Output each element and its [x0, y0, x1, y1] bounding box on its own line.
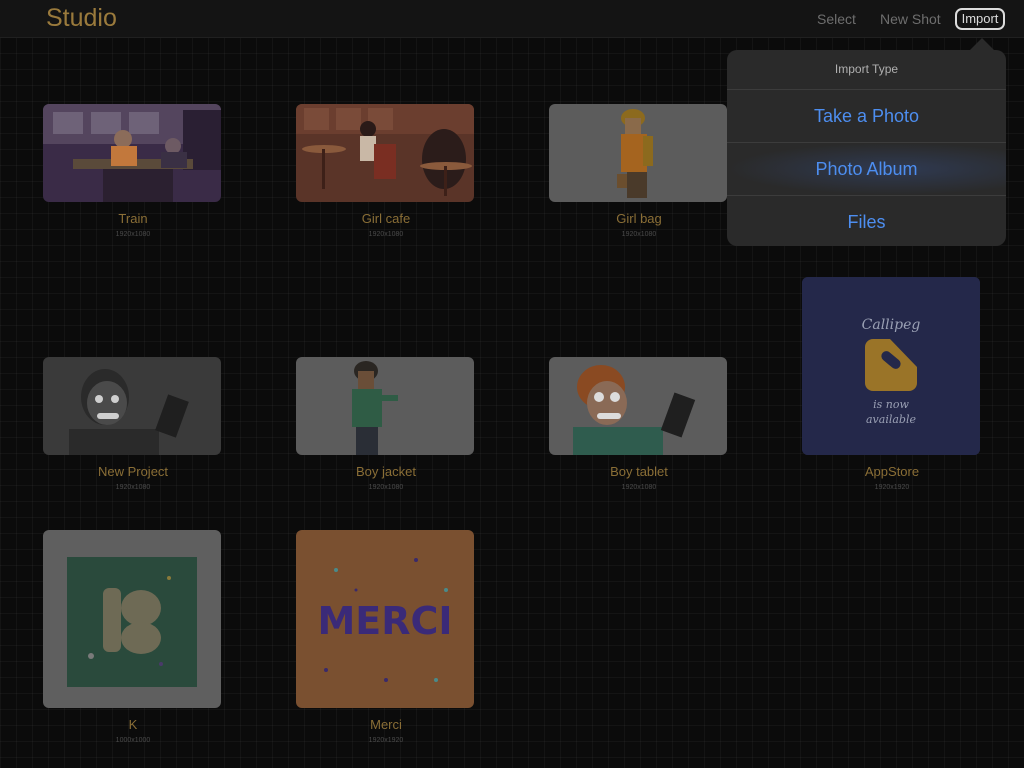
merci-word-text: MERCI: [317, 599, 452, 643]
take-photo-option[interactable]: Take a Photo: [727, 90, 1006, 143]
project-resolution: 1920x1920: [874, 484, 910, 491]
project-card-k[interactable]: K 1000x1000: [43, 530, 223, 744]
project-title: K: [128, 717, 138, 732]
project-thumbnail[interactable]: [296, 357, 474, 455]
project-thumbnail[interactable]: [43, 357, 221, 455]
project-title: Train: [118, 211, 148, 226]
project-resolution: 1920x1080: [621, 231, 657, 238]
project-thumbnail[interactable]: [549, 104, 727, 202]
project-resolution: 1920x1080: [115, 484, 151, 491]
files-option[interactable]: Files: [727, 196, 1006, 246]
project-resolution: 1920x1080: [368, 231, 404, 238]
project-resolution: 1920x1080: [368, 484, 404, 491]
project-card-boy-tablet[interactable]: Boy tablet 1920x1080: [549, 357, 729, 491]
project-resolution: 1920x1080: [621, 484, 657, 491]
project-thumbnail[interactable]: [43, 530, 221, 708]
project-card-new-project[interactable]: New Project 1920x1080: [43, 357, 223, 491]
project-title: New Project: [97, 464, 169, 479]
project-resolution: 1920x1080: [115, 231, 151, 238]
project-thumbnail[interactable]: MERCI: [296, 530, 474, 708]
project-title: Boy jacket: [356, 464, 416, 479]
popover-arrow: [970, 38, 994, 50]
project-thumbnail[interactable]: [296, 104, 474, 202]
project-card-girl-bag[interactable]: Girl bag 1920x1080: [549, 104, 729, 238]
photo-album-option[interactable]: Photo Album: [727, 143, 1006, 196]
project-card-girl-cafe[interactable]: Girl cafe 1920x1080: [296, 104, 476, 238]
project-title: AppStore: [864, 464, 920, 479]
select-button[interactable]: Select: [817, 11, 856, 27]
project-card-boy-jacket[interactable]: Boy jacket 1920x1080: [296, 357, 476, 491]
appstore-line1-text: is now: [873, 398, 909, 411]
project-title: Merci: [370, 717, 402, 732]
project-card-appstore[interactable]: Callipeg is now available AppStore 1920x…: [802, 277, 982, 491]
app-title: Studio: [46, 4, 117, 32]
project-thumbnail[interactable]: [43, 104, 221, 202]
project-card-train[interactable]: Train 1920x1080: [43, 104, 223, 238]
project-resolution: 1000x1000: [115, 737, 151, 744]
project-resolution: 1920x1920: [368, 737, 404, 744]
appstore-brand-text: Callipeg: [862, 317, 921, 333]
new-shot-button[interactable]: New Shot: [880, 11, 941, 27]
appstore-line2-text: available: [866, 413, 916, 426]
import-type-popover: Import Type Take a Photo Photo Album Fil…: [727, 50, 1006, 246]
project-title: Girl bag: [616, 211, 662, 226]
project-title: Boy tablet: [610, 464, 668, 479]
top-bar: Studio Select New Shot Import: [0, 0, 1024, 38]
import-button[interactable]: Import: [955, 8, 1005, 30]
popover-header: Import Type: [727, 50, 1006, 90]
project-thumbnail[interactable]: Callipeg is now available: [802, 277, 980, 455]
project-card-merci[interactable]: MERCI Merci 1920x1920: [296, 530, 476, 744]
project-title: Girl cafe: [361, 211, 411, 226]
project-thumbnail[interactable]: [549, 357, 727, 455]
